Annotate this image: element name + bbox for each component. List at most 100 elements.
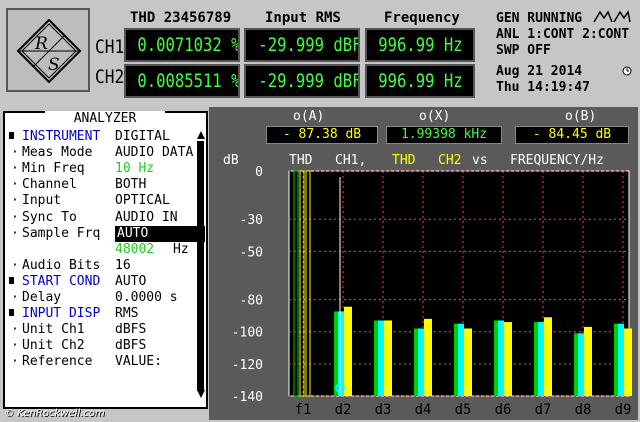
panel-title: ANALYZER	[45, 111, 165, 126]
x-tick-label: d2	[335, 402, 352, 418]
menu-row-label: Audio Bits	[22, 257, 101, 273]
ch1-bar	[538, 322, 544, 396]
scroll-thumb[interactable]	[198, 141, 204, 391]
scroll-up-icon[interactable]	[197, 131, 205, 139]
rs-logo: R S	[6, 8, 90, 92]
ch1-bar	[338, 311, 344, 396]
y-tick-label: -30	[240, 213, 263, 228]
section-bullet-icon	[9, 132, 14, 139]
menu-row[interactable]: INSTRUMENT DIGITAL	[9, 129, 170, 145]
row-dot-icon: ·	[11, 161, 19, 177]
x-tick-label: d7	[535, 402, 552, 418]
row-dot-icon: ·	[11, 145, 19, 161]
ch1-bar	[578, 333, 584, 396]
y-tick-label: -120	[232, 358, 263, 373]
x-tick-label: d9	[615, 402, 632, 418]
menu-row[interactable]: START COND AUTO	[9, 274, 146, 290]
ch2-label: CH2	[95, 66, 125, 88]
row-dot-icon: ·	[11, 193, 19, 209]
y-tick-label: -100	[232, 326, 263, 341]
section-bullet-icon	[9, 309, 14, 317]
ch2-bar	[344, 306, 352, 396]
menu-row-value[interactable]: OPTICAL	[115, 193, 170, 209]
menu-row-value[interactable]: RMS	[115, 306, 138, 322]
menu-row-value[interactable]: AUDIO DATA	[115, 145, 193, 161]
ch2-rms-display: -29.999 dBFS	[244, 64, 360, 98]
thd-column-title: THD 23456789	[130, 10, 232, 26]
gen-status: GEN RUNNING	[496, 11, 583, 26]
row-dot-icon: ·	[11, 290, 19, 305]
row-dot-icon: ·	[11, 257, 19, 273]
watermark: © KenRockwell.com	[4, 408, 105, 419]
menu-row-value[interactable]: 0.0000 s	[115, 290, 178, 306]
ch1-bar-shadow	[454, 323, 458, 396]
x-tick-label: d6	[495, 402, 512, 418]
ch1-bar	[498, 320, 504, 396]
row-dot-icon: ·	[11, 225, 19, 241]
menu-row-value[interactable]: dBFS	[115, 338, 146, 354]
ch2-bar	[544, 317, 552, 396]
menu-scrollbar[interactable]	[197, 141, 204, 391]
menu-row-label: Reference	[22, 354, 93, 370]
anl-status: ANL 1:CONT 2:CONT	[496, 27, 630, 42]
row-dot-icon: ·	[11, 209, 19, 225]
menu-row-value[interactable]: VALUE:	[115, 354, 162, 370]
clock-icon	[622, 66, 632, 76]
status-header: R S CH1 CH2 THD 23456789 Input RMS Frequ…	[0, 0, 640, 103]
menu-row-value[interactable]: DIGITAL	[115, 129, 170, 145]
y-tick-label: 0	[255, 165, 263, 180]
x-tick-label: d5	[455, 402, 472, 418]
ch2-freq-display: 996.99 Hz	[365, 64, 475, 98]
ch1-bar	[618, 323, 624, 396]
menu-row-value[interactable]: AUTO	[115, 274, 146, 290]
ch2-bar	[504, 322, 512, 396]
date-display: Aug 21 2014	[496, 64, 583, 79]
menu-row-value[interactable]: AUTO	[115, 225, 205, 242]
row-dot-icon: ·	[11, 177, 19, 193]
svg-text:S: S	[48, 55, 60, 75]
fft-chart-panel: o(A) o(X) o(B) - 87.38 dB 1.99398 kHz - …	[209, 107, 638, 420]
menu-row-label: Unit Ch1	[22, 322, 85, 338]
row-dot-icon: ·	[11, 322, 19, 338]
menu-row-label: INPUT DISP	[22, 306, 101, 322]
ch1-bar	[378, 320, 384, 396]
ch1-rms-display: -29.999 dBFS	[244, 28, 360, 62]
menu-row-value[interactable]: dBFS	[115, 322, 146, 338]
menu-row-label: Channel	[22, 177, 77, 193]
ch1-thd-display: 0.0071032 %	[124, 28, 240, 62]
ch1-bar	[418, 328, 424, 396]
ch1-bar-shadow	[614, 323, 618, 396]
menu-row-label: Sync To	[22, 209, 77, 225]
menu-row-label: Input	[22, 193, 62, 209]
time-display: Thu 14:19:47	[496, 80, 590, 95]
menu-row-value[interactable]: 16	[115, 258, 131, 274]
y-tick-label: -140	[232, 390, 263, 405]
menu-row-label: Min Freq	[22, 161, 85, 177]
menu-row-value[interactable]: BOTH	[115, 177, 146, 193]
ch1-bar-shadow	[414, 328, 418, 396]
menu-row-label: Delay	[22, 290, 62, 305]
rms-column-title: Input RMS	[265, 10, 341, 26]
analyzer-panel: ANALYZER INSTRUMENT DIGITAL · Meas Mode AUDI…	[3, 111, 208, 409]
x-tick-label: d4	[415, 402, 432, 418]
ch2-bar	[424, 318, 432, 396]
x-tick-label: f1	[295, 402, 312, 418]
menu-row-unit: Hz	[173, 241, 189, 257]
swp-status: SWP OFF	[496, 43, 551, 58]
menu-row-value[interactable]: AUDIO IN	[115, 210, 178, 226]
scroll-down-icon[interactable]	[197, 390, 205, 398]
ch1-bar-shadow	[374, 320, 378, 396]
svg-text:R: R	[34, 34, 48, 54]
menu-row-value[interactable]: 48002	[115, 242, 154, 258]
menu-row-label: Sample Frq	[22, 225, 101, 241]
menu-row[interactable]: INPUT DISP RMS	[9, 306, 138, 322]
menu-row-label: START COND	[22, 273, 101, 289]
row-dot-icon: ·	[11, 354, 19, 370]
menu-row-value[interactable]: 10 Hz	[115, 161, 154, 177]
ch1-bar	[458, 323, 464, 396]
ch1-label: CH1	[95, 36, 125, 58]
ch2-thd-display: 0.0085511 %	[124, 64, 240, 98]
ch1-freq-display: 996.99 Hz	[365, 28, 475, 62]
x-tick-label: d8	[575, 402, 592, 418]
menu-row-label: Meas Mode	[22, 145, 93, 161]
